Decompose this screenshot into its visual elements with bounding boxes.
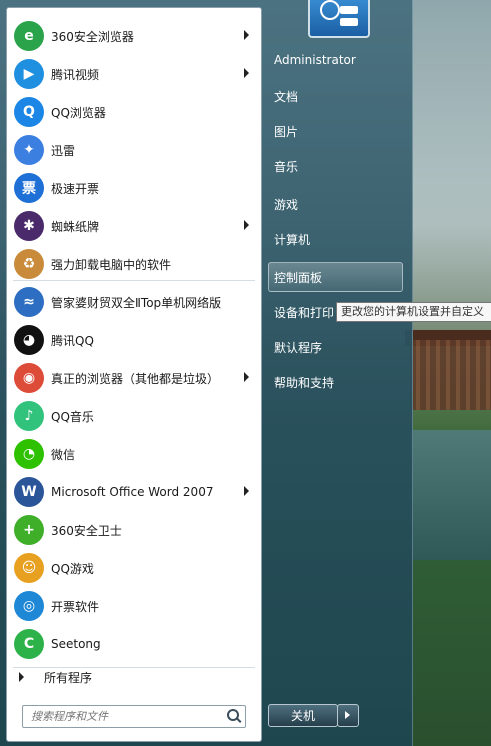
program-label: 开票软件 xyxy=(51,599,100,614)
user-picture[interactable] xyxy=(308,0,370,38)
right-link[interactable]: 游戏 xyxy=(274,196,298,213)
all-programs-button[interactable]: 所有程序 xyxy=(7,664,261,690)
program-label: Seetong xyxy=(51,637,101,651)
guanjiapo-icon: ≈ xyxy=(14,287,44,317)
program-item[interactable]: e 360安全浏览器 xyxy=(7,18,261,54)
program-label: 蜘蛛纸牌 xyxy=(51,219,100,234)
user-icon xyxy=(320,0,340,20)
program-list-pane: e 360安全浏览器 ▶ 腾讯视频 Q QQ浏览器 ✦ 迅雷票极速开票 ✱ 蜘蛛纸牌 ♻ 强力卸载电脑… xyxy=(6,7,262,742)
program-label: 极速开票 xyxy=(51,181,100,196)
separator xyxy=(13,280,255,281)
program-item[interactable]: ◎ 开票软件 xyxy=(7,588,261,624)
program-label: 迅雷 xyxy=(51,143,76,158)
submenu-arrow-icon[interactable] xyxy=(244,30,249,40)
program-item[interactable]: ◔ 微信 xyxy=(7,436,261,472)
right-link[interactable]: 控制面板 xyxy=(274,269,322,286)
program-item[interactable]: ♪ QQ音乐 xyxy=(7,398,261,434)
program-label: 360安全卫士 xyxy=(51,523,122,538)
triangle-right-icon xyxy=(19,672,24,682)
right-link[interactable]: 文档 xyxy=(274,88,298,105)
right-link[interactable]: 帮助和支持 xyxy=(274,374,334,391)
program-label: 360安全浏览器 xyxy=(51,29,134,44)
program-item[interactable]: ◕ 腾讯QQ xyxy=(7,322,261,358)
program-item[interactable]: ◉ 真正的浏览器（其他都是垃圾） xyxy=(7,360,261,396)
right-link[interactable]: Administrator xyxy=(274,53,356,67)
qq-penguin-icon: ◕ xyxy=(14,325,44,355)
program-label: 管家婆财贸双全ⅡTop单机网络版 xyxy=(51,295,222,310)
search-input[interactable] xyxy=(29,709,223,724)
program-label: 微信 xyxy=(51,447,76,462)
program-label: 强力卸载电脑中的软件 xyxy=(51,257,172,272)
program-item[interactable]: W Microsoft Office Word 2007 xyxy=(7,474,261,510)
program-item[interactable]: C Seetong xyxy=(7,626,261,662)
right-link[interactable]: 默认程序 xyxy=(274,339,322,356)
right-link[interactable]: 图片 xyxy=(274,123,298,140)
word-icon: W xyxy=(14,477,44,507)
tooltip: 更改您的计算机设置并自定义 xyxy=(336,302,491,322)
invoice-icon: 票 xyxy=(14,173,44,203)
program-label: 腾讯QQ xyxy=(51,333,94,348)
picture-detail xyxy=(340,18,358,26)
shutdown-label: 关机 xyxy=(290,709,315,723)
shutdown-options-button[interactable] xyxy=(337,704,359,727)
qq-music-icon: ♪ xyxy=(14,401,44,431)
tencent-video-icon: ▶ xyxy=(14,59,44,89)
360-safe-icon: + xyxy=(14,515,44,545)
shutdown-button[interactable]: 关机 xyxy=(268,704,338,727)
uninstall-box-icon: ♻ xyxy=(14,249,44,279)
wallpaper-pond xyxy=(410,430,491,560)
program-item[interactable]: ✱ 蜘蛛纸牌 xyxy=(7,208,261,244)
seetong-icon: C xyxy=(14,629,44,659)
program-item[interactable]: ☺ QQ游戏 xyxy=(7,550,261,586)
360-browser-icon: e xyxy=(14,21,44,51)
program-item[interactable]: +360安全卫士 xyxy=(7,512,261,548)
program-label: QQ音乐 xyxy=(51,409,94,424)
start-menu: e 360安全浏览器 ▶ 腾讯视频 Q QQ浏览器 ✦ 迅雷票极速开票 ✱ 蜘蛛纸牌 ♻ 强力卸载电脑… xyxy=(0,0,413,746)
submenu-arrow-icon[interactable] xyxy=(244,486,249,496)
wallpaper-pavilion xyxy=(410,340,491,410)
program-label: 真正的浏览器（其他都是垃圾） xyxy=(51,371,220,386)
program-item[interactable]: ✦ 迅雷 xyxy=(7,132,261,168)
program-item[interactable]: ≈ 管家婆财贸双全ⅡTop单机网络版 xyxy=(7,284,261,320)
program-item[interactable]: ♻ 强力卸载电脑中的软件 xyxy=(7,246,261,282)
wechat-icon: ◔ xyxy=(14,439,44,469)
search-box[interactable] xyxy=(22,705,246,728)
right-link[interactable]: 设备和打印 xyxy=(274,304,334,321)
qq-browser-icon: Q xyxy=(14,97,44,127)
program-label: 腾讯视频 xyxy=(51,67,100,82)
right-link[interactable]: 音乐 xyxy=(274,158,298,175)
spider-solitaire-icon: ✱ xyxy=(14,211,44,241)
invoice-software-icon: ◎ xyxy=(14,591,44,621)
program-item[interactable]: 票极速开票 xyxy=(7,170,261,206)
search-icon[interactable] xyxy=(227,709,239,721)
program-item[interactable]: Q QQ浏览器 xyxy=(7,94,261,130)
program-label: QQ浏览器 xyxy=(51,105,106,120)
submenu-arrow-icon[interactable] xyxy=(244,68,249,78)
all-programs-label: 所有程序 xyxy=(44,670,93,685)
right-link[interactable]: 计算机 xyxy=(274,231,310,248)
program-item[interactable]: ▶ 腾讯视频 xyxy=(7,56,261,92)
picture-detail xyxy=(340,6,358,14)
chrome-icon: ◉ xyxy=(14,363,44,393)
program-label: QQ游戏 xyxy=(51,561,94,576)
submenu-arrow-icon[interactable] xyxy=(244,220,249,230)
submenu-arrow-icon[interactable] xyxy=(244,372,249,382)
qq-game-icon: ☺ xyxy=(14,553,44,583)
thunder-icon: ✦ xyxy=(14,135,44,165)
program-label: Microsoft Office Word 2007 xyxy=(51,485,214,499)
